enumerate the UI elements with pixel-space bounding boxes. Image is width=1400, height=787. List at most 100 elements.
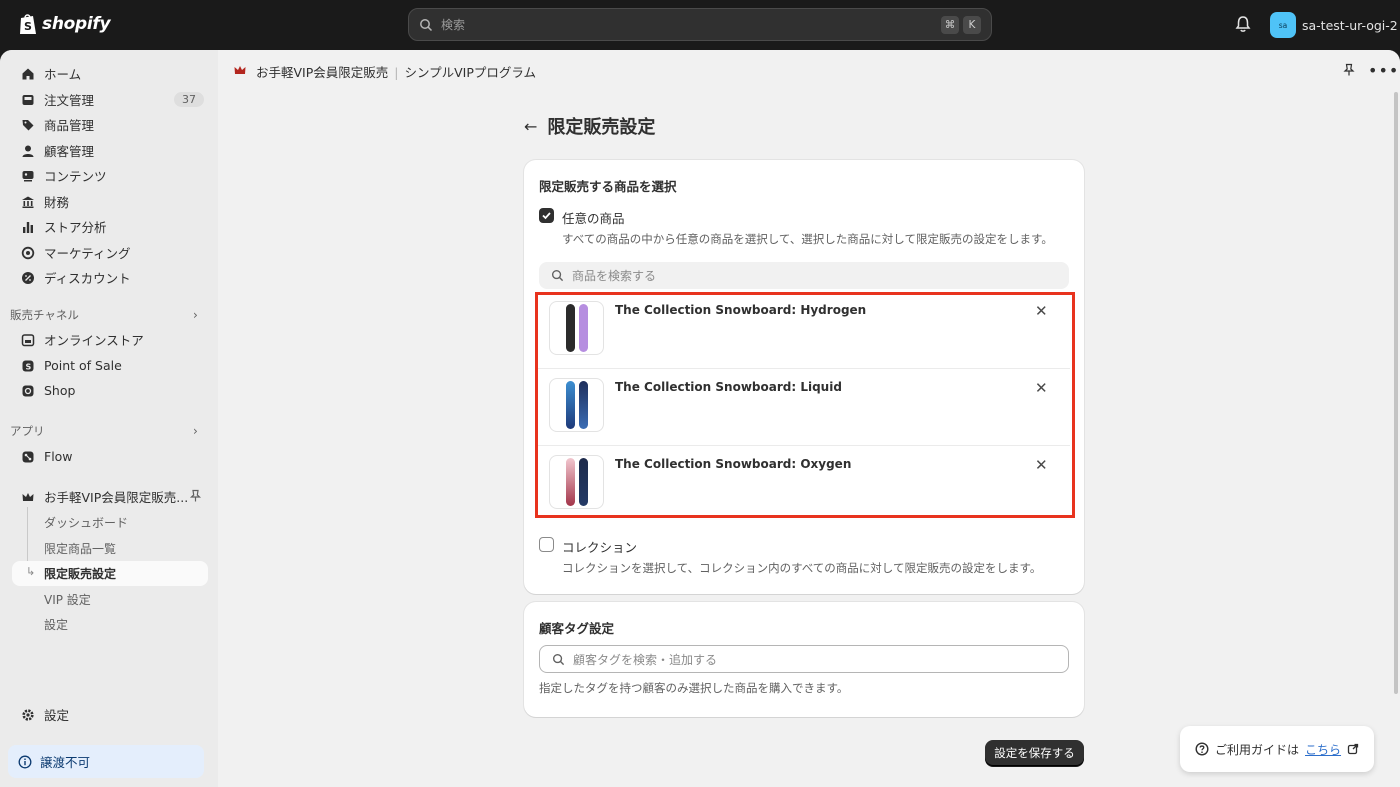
search-icon bbox=[552, 653, 565, 665]
sidebar-item-label: 顧客管理 bbox=[44, 144, 95, 159]
sidebar-sub-item-vip-settings[interactable]: VIP 設定 bbox=[44, 591, 91, 608]
sidebar-item-label: マーケティング bbox=[44, 246, 131, 261]
page-header: ← 限定販売設定 bbox=[524, 113, 655, 139]
sidebar-item-online-store[interactable]: オンラインストア bbox=[12, 327, 208, 352]
sidebar-item-analytics[interactable]: ストア分析 bbox=[12, 214, 208, 239]
store-avatar: sa bbox=[1270, 12, 1296, 38]
guide-link[interactable]: こちら bbox=[1305, 741, 1341, 758]
person-icon bbox=[20, 143, 36, 159]
app-name: お手軽VIP会員限定販売 bbox=[256, 65, 389, 80]
sidebar-item-label: ストア分析 bbox=[44, 220, 107, 235]
plan-name: シンプルVIPプログラム bbox=[404, 65, 537, 80]
sidebar-item-label: お手軽VIP会員限定販売... bbox=[44, 490, 189, 505]
search-placeholder: 検索 bbox=[441, 18, 466, 32]
apps-heading: アプリ bbox=[10, 424, 45, 438]
app-crown-icon bbox=[234, 66, 246, 74]
customer-tag-card: 顧客タグ設定 顧客タグを検索・追加する 指定したタグを持つ顧客のみ選択した商品を… bbox=[524, 602, 1084, 717]
sidebar-item-content[interactable]: コンテンツ bbox=[12, 163, 208, 188]
app-breadcrumb: お手軽VIP会員限定販売 | シンプルVIPプログラム bbox=[256, 62, 536, 81]
svg-text:S: S bbox=[24, 20, 32, 33]
sidebar-item-discounts[interactable]: ディスカウント bbox=[12, 265, 208, 290]
sidebar-item-products[interactable]: 商品管理 bbox=[12, 112, 208, 137]
main-content: お手軽VIP会員限定販売 | シンプルVIPプログラム ••• ← 限定販売設定 限… bbox=[218, 50, 1400, 787]
sidebar-item-flow[interactable]: Flow bbox=[12, 444, 208, 469]
notice-label: 譲渡不可 bbox=[40, 755, 91, 770]
sidebar-sub-item-settings[interactable]: 設定 bbox=[44, 616, 68, 633]
discount-icon bbox=[20, 270, 36, 286]
crown-icon bbox=[20, 489, 36, 505]
home-icon bbox=[20, 66, 36, 82]
sidebar-item-shop[interactable]: Shop bbox=[12, 378, 208, 403]
sales-channels-chevron-icon[interactable]: › bbox=[193, 308, 198, 322]
search-icon bbox=[551, 269, 564, 282]
check-icon bbox=[542, 212, 551, 220]
app-header: お手軽VIP会員限定販売 | シンプルVIPプログラム ••• bbox=[218, 50, 1400, 90]
selected-products-highlight bbox=[535, 292, 1075, 518]
gear-icon bbox=[20, 707, 36, 723]
sidebar-item-customers[interactable]: 顧客管理 bbox=[12, 138, 208, 163]
sidebar-item-orders[interactable]: 注文管理 37 bbox=[12, 87, 208, 112]
header-pin-icon[interactable] bbox=[1342, 63, 1356, 77]
sidebar-item-vip-app[interactable]: お手軽VIP会員限定販売... bbox=[12, 484, 208, 509]
any-product-description: すべての商品の中から任意の商品を選択して、選択した商品に対して限定販売の設定をし… bbox=[562, 232, 1053, 246]
collection-label[interactable]: コレクション bbox=[562, 537, 637, 556]
sidebar-item-label: Flow bbox=[44, 449, 73, 464]
top-bar: S shopify 検索 ⌘ K sa sa-test-ur-ogi-2 bbox=[0, 0, 1400, 50]
sidebar-item-label: コンテンツ bbox=[44, 169, 107, 184]
shortcut-k-key: K bbox=[963, 15, 981, 34]
target-icon bbox=[20, 245, 36, 261]
pin-icon[interactable] bbox=[189, 489, 202, 503]
tag-icon bbox=[20, 117, 36, 133]
page-scrollbar[interactable] bbox=[1394, 92, 1398, 694]
any-product-label[interactable]: 任意の商品 bbox=[562, 208, 625, 227]
collection-description: コレクションを選択して、コレクション内のすべての商品に対して限定販売の設定をしま… bbox=[562, 561, 1042, 575]
help-circle-icon bbox=[1195, 742, 1209, 756]
shopify-logo[interactable]: S shopify bbox=[18, 12, 111, 36]
apps-chevron-icon[interactable]: › bbox=[193, 424, 198, 438]
sidebar-item-label: ディスカウント bbox=[44, 271, 131, 286]
shortcut-cmd-key: ⌘ bbox=[941, 15, 959, 34]
product-search-input[interactable]: 商品を検索する bbox=[539, 262, 1069, 289]
shop-icon bbox=[20, 383, 36, 399]
non-transferable-notice[interactable]: 譲渡不可 bbox=[8, 745, 204, 778]
guide-text: ご利用ガイドは bbox=[1215, 742, 1300, 757]
sidebar-item-label: 注文管理 bbox=[44, 93, 95, 108]
notification-bell-icon[interactable] bbox=[1234, 15, 1252, 33]
sidebar-item-finance[interactable]: 財務 bbox=[12, 189, 208, 214]
tag-help-text: 指定したタグを持つ顧客のみ選択した商品を購入できます。 bbox=[539, 681, 849, 695]
content-icon bbox=[20, 168, 36, 184]
sidebar-item-label: ホーム bbox=[44, 67, 82, 82]
sidebar-sub-item-product-list[interactable]: 限定商品一覧 bbox=[44, 540, 116, 557]
page-title: 限定販売設定 bbox=[547, 117, 656, 138]
customer-tag-search-input[interactable]: 顧客タグを検索・追加する bbox=[539, 645, 1069, 673]
any-product-checkbox[interactable] bbox=[539, 208, 554, 223]
flow-icon bbox=[20, 449, 36, 465]
sidebar: ホーム 注文管理 37 商品管理 顧客管理 コンテンツ 財務 ストア分析 マーケ… bbox=[0, 50, 218, 787]
external-link-icon[interactable] bbox=[1347, 743, 1359, 755]
tag-search-placeholder: 顧客タグを検索・追加する bbox=[573, 652, 718, 667]
logo-text: shopify bbox=[42, 14, 111, 34]
sidebar-sub-item-dashboard[interactable]: ダッシュボード bbox=[44, 514, 128, 531]
tree-arrow-icon: ↳ bbox=[26, 565, 36, 578]
sidebar-item-home[interactable]: ホーム bbox=[12, 61, 208, 86]
inbox-icon bbox=[20, 92, 36, 108]
sidebar-item-settings[interactable]: 設定 bbox=[12, 702, 208, 727]
product-search-placeholder: 商品を検索する bbox=[572, 269, 657, 283]
shopify-bag-icon: S bbox=[20, 14, 36, 34]
global-search-input[interactable]: 検索 ⌘ K bbox=[408, 8, 992, 41]
collection-checkbox[interactable] bbox=[539, 537, 554, 552]
sidebar-item-marketing[interactable]: マーケティング bbox=[12, 240, 208, 265]
back-arrow-icon[interactable]: ← bbox=[524, 117, 537, 136]
sidebar-item-point-of-sale[interactable]: S Point of Sale bbox=[12, 353, 208, 378]
save-settings-button[interactable]: 設定を保存する bbox=[985, 740, 1084, 766]
sidebar-item-label: 設定 bbox=[44, 708, 70, 723]
chart-icon bbox=[20, 219, 36, 235]
store-menu-button[interactable]: sa sa-test-ur-ogi-2 bbox=[1270, 12, 1398, 38]
product-selection-card: 限定販売する商品を選択 任意の商品 すべての商品の中から任意の商品を選択して、選… bbox=[524, 160, 1084, 594]
store-name: sa-test-ur-ogi-2 bbox=[1302, 17, 1398, 33]
sidebar-item-label: Point of Sale bbox=[44, 358, 122, 373]
orders-count-badge: 37 bbox=[174, 92, 204, 107]
more-options-icon[interactable]: ••• bbox=[1368, 61, 1399, 80]
product-card-title: 限定販売する商品を選択 bbox=[539, 179, 677, 194]
sidebar-sub-item-limited-sale-settings[interactable]: 限定販売設定 bbox=[44, 565, 116, 582]
